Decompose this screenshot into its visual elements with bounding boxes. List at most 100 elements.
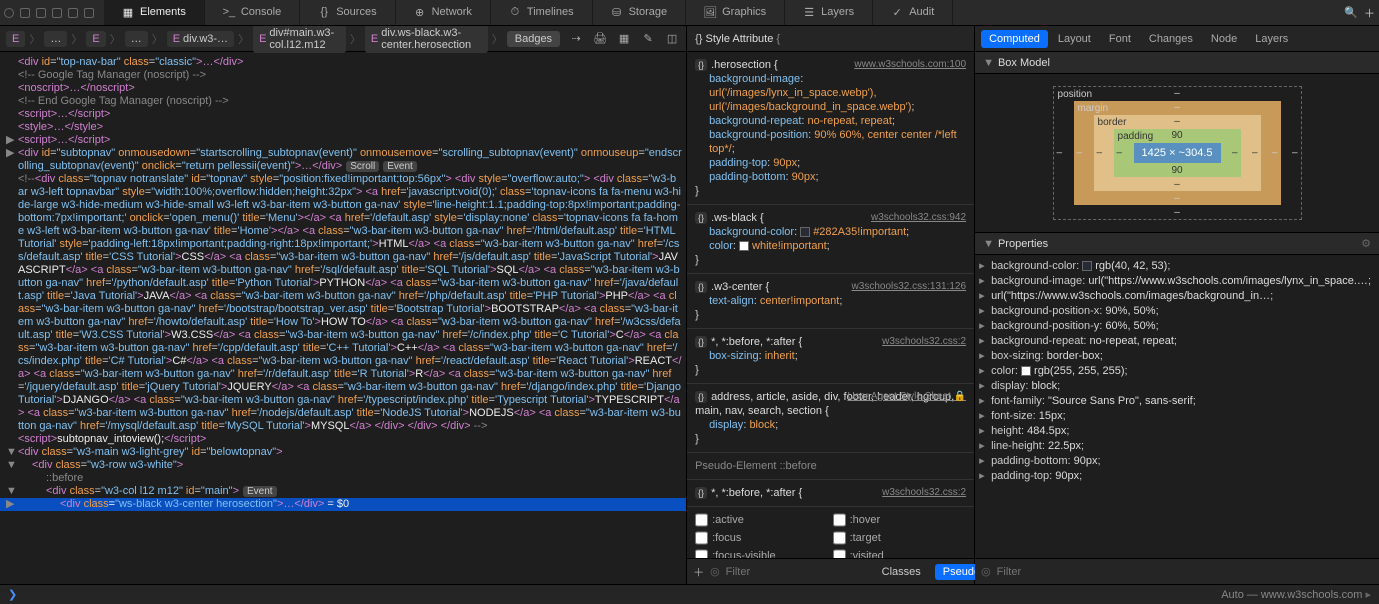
css-rule[interactable]: {}*, *:before, *:after {w3schools32.css:… <box>687 480 974 507</box>
tab-sources[interactable]: {}Sources <box>300 0 395 25</box>
dom-line[interactable]: <div id="top-nav-bar" class="classic">…<… <box>0 56 686 69</box>
layout-icon[interactable] <box>84 8 94 18</box>
computed-property[interactable]: ▸display: block; <box>975 379 1379 394</box>
rule-source-link[interactable]: w3schools32.css:131:126 <box>852 280 967 294</box>
print-icon[interactable]: 🖨 <box>592 31 608 47</box>
dom-line[interactable]: <script>subtopnav_intoview();</script> <box>0 433 686 446</box>
right-tab-computed[interactable]: Computed <box>981 30 1048 48</box>
dom-line[interactable]: ▼<div class="w3-main w3-light-grey" id="… <box>0 446 686 459</box>
breadcrumb-item[interactable]: E div#main.w3-col.l12.m12 <box>253 26 346 53</box>
pseudo-hover[interactable]: :hover <box>833 513 967 527</box>
pseudo-states: :active :hover :focus :target :focus-visible… <box>687 507 974 558</box>
search-icon[interactable]: 🔍 <box>1344 6 1358 19</box>
dom-tree[interactable]: <div id="top-nav-bar" class="classic">…<… <box>0 52 686 584</box>
rule-source-link[interactable]: User Agent Style Sheet 🔒 <box>847 390 966 404</box>
layout-icon[interactable] <box>68 8 78 18</box>
tab-icon: {} <box>318 6 330 18</box>
dom-line[interactable]: <!--<div class="topnav notranslate" id="… <box>0 173 686 433</box>
dom-line[interactable]: <noscript>…</noscript> <box>0 82 686 95</box>
right-tab-layout[interactable]: Layout <box>1050 30 1099 48</box>
computed-property[interactable]: ▸color: rgb(255, 255, 255); <box>975 364 1379 379</box>
styles-header: {} Style Attribute { <box>687 26 974 52</box>
computed-property[interactable]: ▸background-repeat: no-repeat, repeat; <box>975 334 1379 349</box>
pseudo-target[interactable]: :target <box>833 531 967 545</box>
css-rule[interactable]: {}.w3-center {w3schools32.css:131:126tex… <box>687 274 974 329</box>
tab-network[interactable]: ⊕Network <box>396 0 491 25</box>
box-model-header[interactable]: ▼Box Model <box>975 52 1379 74</box>
window-controls[interactable] <box>4 8 94 18</box>
dom-line[interactable]: <!-- Google Tag Manager (noscript) --> <box>0 69 686 82</box>
computed-property[interactable]: ▸font-size: 15px; <box>975 409 1379 424</box>
compose-icon[interactable]: ✎ <box>640 31 656 47</box>
plus-icon[interactable]: ＋ <box>1364 5 1375 21</box>
breadcrumb-item[interactable]: E <box>6 31 25 47</box>
dom-line[interactable]: ▼<div class="w3-col l12 m12" id="main">E… <box>0 485 686 498</box>
computed-property[interactable]: ▸height: 484.5px; <box>975 424 1379 439</box>
dom-line[interactable]: ::before <box>0 472 686 485</box>
computed-property[interactable]: ▸padding-top: 90px; <box>975 469 1379 484</box>
dom-line[interactable]: <!-- End Google Tag Manager (noscript) -… <box>0 95 686 108</box>
dom-line[interactable]: ▼<div class="w3-row w3-white"> <box>0 459 686 472</box>
computed-property[interactable]: ▸url("https://www.w3schools.com/images/b… <box>975 289 1379 304</box>
dom-line[interactable]: <script>…</script> <box>0 108 686 121</box>
dom-line[interactable]: ▶<script>…</script> <box>0 134 686 147</box>
properties-filter-input[interactable] <box>997 566 1373 578</box>
computed-property[interactable]: ▸background-color: rgb(40, 42, 53); <box>975 259 1379 274</box>
classes-toggle[interactable]: Classes <box>874 564 929 580</box>
css-rule[interactable]: {}address, article, aside, div, footer, … <box>687 384 974 453</box>
computed-property[interactable]: ▸box-sizing: border-box; <box>975 349 1379 364</box>
dom-line[interactable]: ▶<div class="ws-black w3-center herosect… <box>0 498 686 511</box>
box-model: position –––– margin –––– border –––– pa… <box>975 74 1379 233</box>
filter-input[interactable] <box>726 566 868 578</box>
css-rule[interactable]: {}.ws-black {w3schools32.css:942backgrou… <box>687 205 974 274</box>
breadcrumb-item[interactable]: E div.w3-… <box>167 31 234 47</box>
css-rule[interactable]: {}*, *:before, *:after {w3schools32.css:… <box>687 329 974 384</box>
rule-source-link[interactable]: w3schools32.css:942 <box>871 211 966 225</box>
close-dot[interactable] <box>4 8 14 18</box>
breadcrumb-item[interactable]: E div.ws-black.w3-center.herosection <box>365 26 488 53</box>
settings-icon[interactable]: ⚙ <box>1361 237 1371 250</box>
layout-icon[interactable] <box>20 8 30 18</box>
breadcrumb-item[interactable]: E <box>86 31 105 47</box>
console-prompt-icon[interactable]: ❯ <box>8 588 17 601</box>
badges-button[interactable]: Badges <box>507 31 560 47</box>
computed-property[interactable]: ▸background-position-x: 90%, 50%; <box>975 304 1379 319</box>
dom-line[interactable]: ▶<div id="subtopnav" onmousedown="starts… <box>0 147 686 173</box>
paint-icon[interactable]: ▦ <box>616 31 632 47</box>
layout-icon[interactable] <box>52 8 62 18</box>
right-tab-changes[interactable]: Changes <box>1141 30 1201 48</box>
tree-icon[interactable]: ⇢ <box>568 31 584 47</box>
tab-console[interactable]: >_Console <box>205 0 300 25</box>
tab-layers[interactable]: ☰Layers <box>785 0 873 25</box>
elements-panel: E 〉…〉E 〉…〉E div.w3-…〉E div#main.w3-col.l… <box>0 26 687 584</box>
rule-source-link[interactable]: w3schools32.css:2 <box>882 335 966 349</box>
breadcrumb-item[interactable]: … <box>44 31 67 47</box>
sidebar-icon[interactable]: ◫ <box>664 31 680 47</box>
right-tab-font[interactable]: Font <box>1101 30 1139 48</box>
pseudo-active[interactable]: :active <box>695 513 829 527</box>
pseudo-focus-visible[interactable]: :focus-visible <box>695 549 829 558</box>
rule-source-link[interactable]: www.w3schools.com:100 <box>854 58 966 72</box>
right-tab-layers[interactable]: Layers <box>1247 30 1296 48</box>
computed-property[interactable]: ▸background-position-y: 60%, 50%; <box>975 319 1379 334</box>
properties-header[interactable]: ▼Properties⚙ <box>975 233 1379 255</box>
pseudo-focus[interactable]: :focus <box>695 531 829 545</box>
computed-property[interactable]: ▸line-height: 22.5px; <box>975 439 1379 454</box>
tab-graphics[interactable]: 🖼Graphics <box>686 0 785 25</box>
styles-rules[interactable]: {}.herosection {www.w3schools.com:100bac… <box>687 52 974 558</box>
computed-property[interactable]: ▸font-family: "Source Sans Pro", sans-se… <box>975 394 1379 409</box>
right-tab-node[interactable]: Node <box>1203 30 1245 48</box>
tab-storage[interactable]: ⛁Storage <box>593 0 687 25</box>
dom-line[interactable]: <style>…</style> <box>0 121 686 134</box>
tab-audit[interactable]: ✓Audit <box>873 0 953 25</box>
pseudo-visited[interactable]: :visited <box>833 549 967 558</box>
tab-elements[interactable]: ▦Elements <box>104 0 205 25</box>
layout-icon[interactable] <box>36 8 46 18</box>
computed-property[interactable]: ▸background-image: url("https://www.w3sc… <box>975 274 1379 289</box>
add-rule-button[interactable]: ＋ <box>693 564 704 580</box>
breadcrumb-item[interactable]: … <box>125 31 148 47</box>
css-rule[interactable]: {}.herosection {www.w3schools.com:100bac… <box>687 52 974 205</box>
tab-timelines[interactable]: ⏱Timelines <box>491 0 593 25</box>
properties-list[interactable]: ▸background-color: rgb(40, 42, 53);▸back… <box>975 255 1379 558</box>
computed-property[interactable]: ▸padding-bottom: 90px; <box>975 454 1379 469</box>
